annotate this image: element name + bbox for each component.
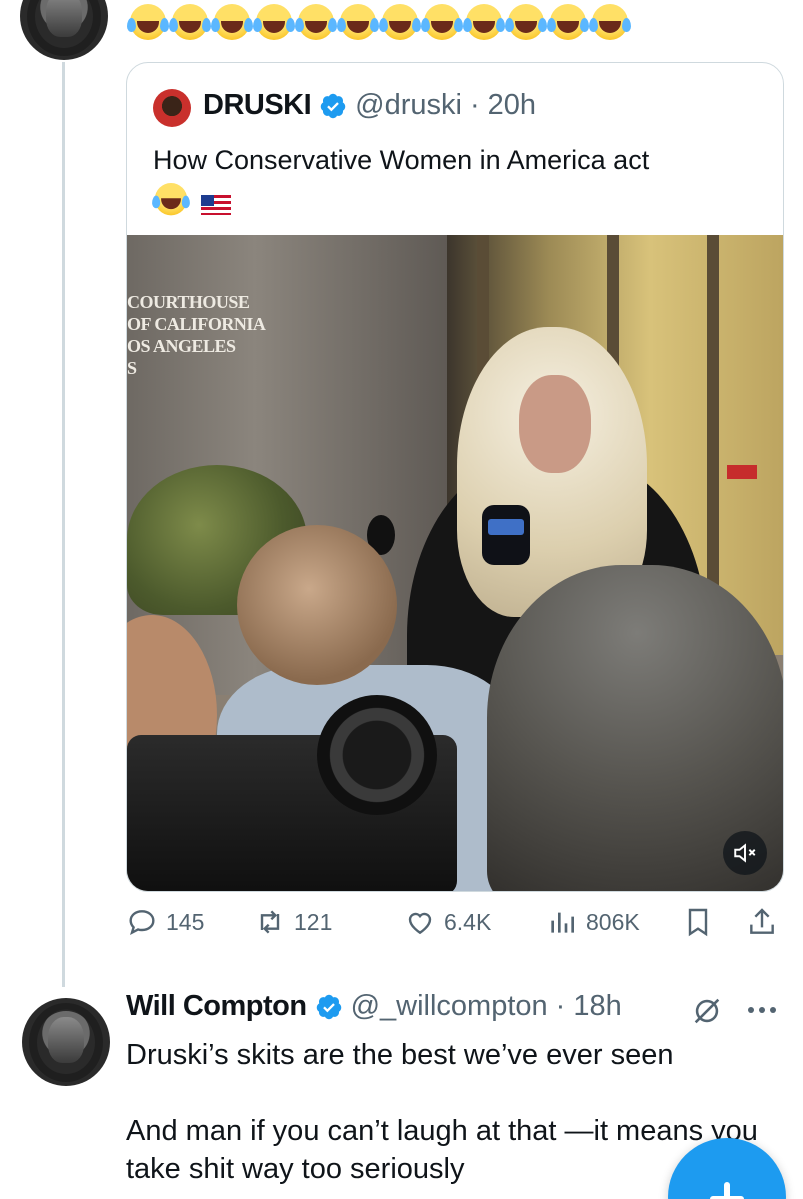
repost-button[interactable]: 121 xyxy=(254,906,332,938)
tears-of-joy-emoji xyxy=(253,4,296,42)
tears-of-joy-emoji xyxy=(295,4,338,42)
reply-tweet-header: Will Compton @_willcompton · 18h xyxy=(126,990,622,1023)
views-button[interactable]: 806K xyxy=(546,906,640,938)
repost-icon xyxy=(260,910,280,934)
avatar-hood xyxy=(27,0,101,57)
quoted-tweet-emojis xyxy=(152,183,231,221)
reply-author-name[interactable]: Will Compton xyxy=(126,990,307,1023)
sign-line-4: S xyxy=(127,358,137,378)
sign-line-3: OS ANGELES xyxy=(127,336,236,356)
separator-dot: · xyxy=(555,990,566,1022)
like-count: 6.4K xyxy=(444,908,492,935)
sign-line-2: OF CALIFORNIA xyxy=(127,314,266,334)
heart-icon xyxy=(408,912,432,935)
tears-of-joy-emoji xyxy=(379,4,422,42)
quoted-tweet-card[interactable]: DRUSKI @druski · 20h How Conservative Wo… xyxy=(126,62,784,892)
avatar-hood xyxy=(29,1003,103,1083)
author-avatar[interactable] xyxy=(20,0,108,60)
tweet-emoji-text xyxy=(127,4,632,42)
share-button[interactable] xyxy=(746,906,778,938)
reply-text-line-2: And man if you can’t laugh at that —it m… xyxy=(126,1115,758,1185)
share-icon xyxy=(750,908,774,934)
video-camera xyxy=(127,695,457,891)
reply-button[interactable]: 145 xyxy=(126,906,204,938)
reply-text-line-1: Druski’s skits are the best we’ve ever s… xyxy=(126,1039,674,1071)
quoted-tweet-text: How Conservative Women in America act xyxy=(153,145,650,175)
tears-of-joy-emoji xyxy=(211,4,254,42)
mute-icon xyxy=(734,843,756,863)
speaker-face xyxy=(519,375,591,473)
reply-icon xyxy=(129,910,155,936)
bookmark-icon xyxy=(688,908,708,937)
sign-line-1: COURTHOUSE xyxy=(127,292,250,312)
views-count: 806K xyxy=(586,908,640,935)
tears-of-joy-emoji xyxy=(463,4,506,42)
quoted-tweet-video[interactable]: COURTHOUSE OF CALIFORNIA OS ANGELES S xyxy=(127,235,783,891)
tears-of-joy-emoji xyxy=(337,4,380,42)
like-button[interactable]: 6.4K xyxy=(404,906,491,938)
quoted-tweet-header: DRUSKI @druski · 20h xyxy=(203,89,536,122)
thread-line xyxy=(62,62,65,987)
reporter-head xyxy=(237,525,397,685)
quoted-tweet-time[interactable]: 20h xyxy=(488,89,536,122)
tears-of-joy-emoji xyxy=(169,4,212,42)
quoted-author-handle[interactable]: @druski xyxy=(355,89,462,122)
reply-tweet-time[interactable]: 18h xyxy=(573,990,621,1023)
tears-of-joy-emoji xyxy=(589,4,632,42)
reply-tweet-text: Druski’s skits are the best we’ve ever s… xyxy=(126,1036,766,1199)
tears-of-joy-emoji xyxy=(127,4,170,42)
tears-of-joy-emoji xyxy=(547,4,590,42)
quoted-author-name[interactable]: DRUSKI xyxy=(203,89,312,122)
reply-count: 145 xyxy=(166,908,205,935)
tears-of-joy-emoji xyxy=(421,4,464,42)
quoted-author-avatar[interactable] xyxy=(153,89,191,127)
exit-sign xyxy=(727,465,757,479)
grok-icon[interactable] xyxy=(690,994,724,1028)
views-icon xyxy=(551,912,574,933)
verified-badge-icon xyxy=(320,93,346,118)
mute-button[interactable] xyxy=(723,831,767,875)
more-icon[interactable] xyxy=(748,1000,784,1020)
separator-dot: · xyxy=(469,89,480,121)
reply-author-avatar[interactable] xyxy=(22,998,110,1086)
verified-badge-icon xyxy=(316,994,341,1019)
tears-of-joy-emoji xyxy=(505,4,548,42)
tweet-action-bar: 145 121 6.4K 806K xyxy=(126,906,786,950)
reply-author-handle[interactable]: @_willcompton xyxy=(351,990,548,1023)
news-microphone xyxy=(482,505,530,565)
courthouse-sign: COURTHOUSE OF CALIFORNIA OS ANGELES S xyxy=(127,291,307,379)
us-flag-emoji xyxy=(201,195,231,215)
tears-of-joy-emoji xyxy=(152,183,191,217)
bookmark-button[interactable] xyxy=(682,906,714,938)
repost-count: 121 xyxy=(294,908,333,935)
